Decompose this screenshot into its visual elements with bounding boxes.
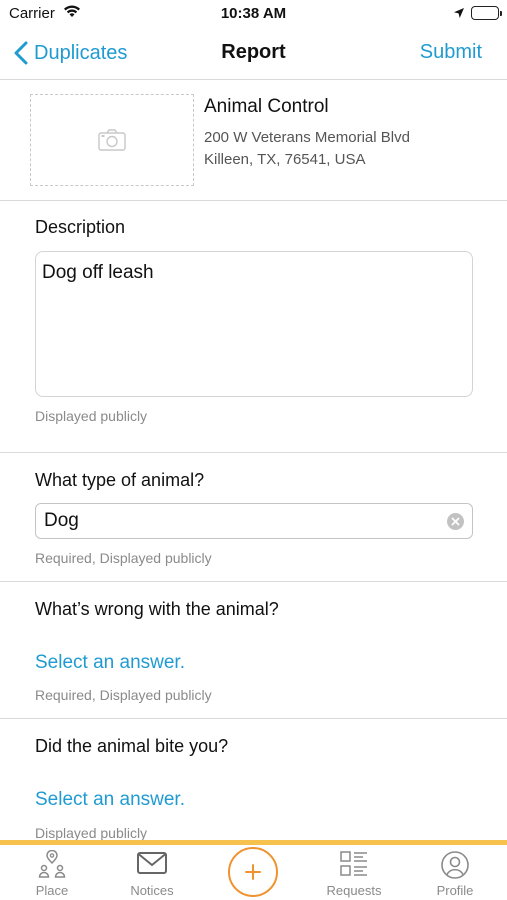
add-report-button[interactable]: [228, 847, 278, 897]
place-card: Animal Control 200 W Veterans Memorial B…: [0, 80, 507, 201]
submit-button[interactable]: Submit: [420, 41, 482, 64]
tab-requests[interactable]: Requests: [314, 845, 394, 900]
profile-icon: [415, 850, 495, 879]
tab-requests-label: Requests: [326, 883, 382, 898]
add-photo-button[interactable]: [30, 94, 194, 186]
animal-bite-label: Did the animal bite you?: [35, 736, 229, 756]
back-button-label: Duplicates: [34, 41, 128, 64]
list-icon: [314, 850, 394, 878]
tab-place[interactable]: Place: [12, 845, 92, 900]
animal-type-hint: Required, Displayed publicly: [35, 550, 212, 566]
battery-icon: [471, 6, 502, 20]
tab-profile-label: Profile: [436, 883, 474, 898]
whats-wrong-hint: Required, Displayed publicly: [35, 687, 212, 703]
location-arrow-icon: [453, 6, 465, 24]
description-section: Description Dog off leash Displayed publ…: [0, 201, 507, 453]
whats-wrong-label: What’s wrong with the animal?: [35, 599, 279, 619]
status-time: 10:38 AM: [220, 5, 287, 22]
whats-wrong-select[interactable]: Select an answer.: [35, 652, 185, 674]
animal-bite-hint: Displayed publicly: [35, 825, 148, 841]
animal-type-input[interactable]: Dog: [35, 503, 473, 539]
place-address-line1: 200 W Veterans Memorial Blvd: [204, 129, 410, 146]
place-address-line2: Killeen, TX, 76541, USA: [204, 151, 366, 168]
tab-profile[interactable]: Profile: [415, 845, 495, 900]
animal-bite-section: Did the animal bite you? Select an answe…: [0, 719, 507, 849]
navigation-bar: Duplicates Report Submit: [0, 28, 507, 80]
animal-bite-select[interactable]: Select an answer.: [35, 789, 185, 811]
description-textarea[interactable]: Dog off leash: [35, 251, 473, 397]
tab-notices[interactable]: Notices: [112, 845, 192, 900]
plus-icon: [245, 864, 261, 880]
clear-text-button[interactable]: [447, 513, 464, 530]
camera-icon: [98, 129, 126, 151]
place-name: Animal Control: [204, 96, 329, 117]
tab-bar: Place Notices Requests Profile: [0, 845, 507, 900]
animal-type-value: Dog: [44, 510, 79, 531]
chevron-left-icon: [14, 41, 28, 65]
mail-icon: [112, 850, 192, 878]
whats-wrong-section: What’s wrong with the animal? Select an …: [0, 582, 507, 719]
animal-type-label: What type of animal?: [35, 470, 205, 490]
tab-place-label: Place: [35, 883, 69, 898]
place-icon: [12, 850, 92, 878]
close-icon: [451, 517, 460, 526]
description-hint: Displayed publicly: [35, 408, 148, 424]
description-label: Description: [35, 217, 126, 237]
tab-notices-label: Notices: [130, 883, 174, 898]
back-button[interactable]: Duplicates: [14, 38, 127, 68]
animal-type-section: What type of animal? Dog Required, Displ…: [0, 453, 507, 582]
status-bar: Carrier 10:38 AM: [0, 0, 507, 28]
